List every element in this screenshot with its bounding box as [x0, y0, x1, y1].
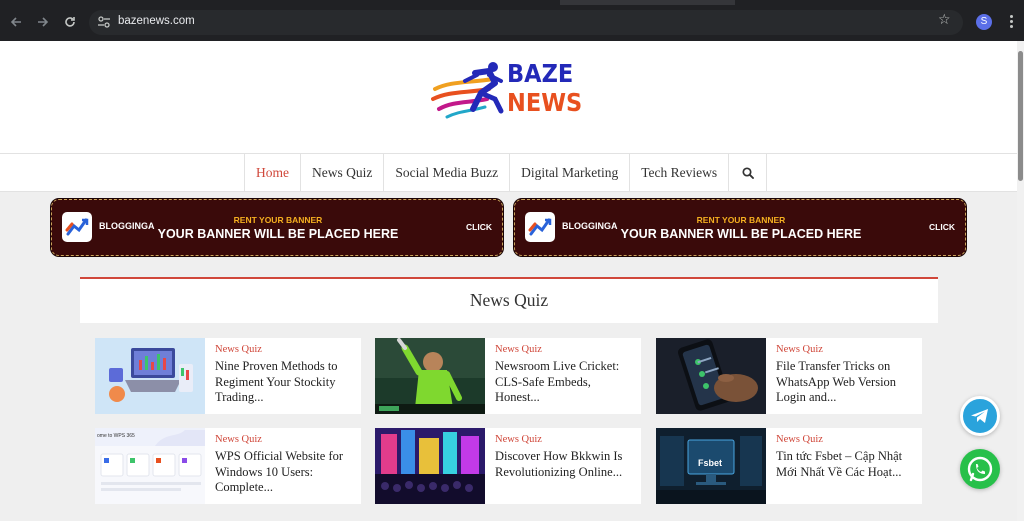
article-title[interactable]: Tin tức Fsbet – Cập Nhật Mới Nhất Về Các…	[776, 449, 916, 480]
logo-text-news: NEWS	[507, 88, 583, 117]
telegram-button[interactable]	[960, 396, 1000, 436]
article-card[interactable]: News Quiz Newsroom Live Cricket: CLS-Saf…	[375, 338, 641, 414]
reload-icon	[65, 17, 75, 27]
article-thumbnail[interactable]	[375, 338, 485, 414]
banner-headline: YOUR BANNER WILL BE PLACED HERE	[620, 227, 862, 241]
site-logo[interactable]: BAZE NEWS	[431, 59, 583, 123]
banner-cta[interactable]: CLICK	[466, 222, 492, 232]
arrow-right-icon	[38, 17, 49, 27]
article-card[interactable]: ome to WPS 365 News Quiz WPS Official We…	[95, 428, 361, 504]
site-header: BAZE NEWS	[0, 41, 1017, 153]
nav-item-digital-marketing[interactable]: Digital Marketing	[510, 154, 631, 192]
article-card[interactable]: News Quiz File Transfer Tricks on WhatsA…	[656, 338, 922, 414]
nav-item-home[interactable]: Home	[245, 154, 301, 192]
thumbnail-caption: ome to WPS 365	[97, 433, 135, 439]
nav-item-news-quiz[interactable]: News Quiz	[301, 154, 385, 192]
address-bar[interactable]: bazenews.com ☆	[89, 10, 963, 35]
article-title[interactable]: Newsroom Live Cricket: CLS-Safe Embeds, …	[495, 359, 635, 406]
url-text[interactable]: bazenews.com	[118, 15, 195, 27]
scrollbar-thumb[interactable]	[1018, 51, 1023, 181]
article-card[interactable]: Fsbet News Quiz Tin tức Fsbet – Cập Nhật…	[656, 428, 922, 504]
whatsapp-button[interactable]	[960, 449, 1000, 489]
article-title[interactable]: Nine Proven Methods to Regiment Your Sto…	[215, 359, 355, 406]
banner-kicker: RENT YOUR BANNER	[696, 215, 786, 225]
news-quiz-section-header: News Quiz	[80, 277, 938, 323]
site-settings-icon[interactable]	[97, 15, 111, 29]
profile-avatar[interactable]: S	[976, 14, 992, 30]
article-card[interactable]: News Quiz Nine Proven Methods to Regimen…	[95, 338, 361, 414]
article-thumbnail[interactable]	[95, 338, 205, 414]
banner-cta[interactable]: CLICK	[929, 222, 955, 232]
reload-button[interactable]	[60, 12, 80, 32]
ad-banner-right[interactable]: BLOGGINGA RENT YOUR BANNER YOUR BANNER W…	[514, 199, 966, 256]
whatsapp-icon	[967, 456, 993, 482]
banner-headline: YOUR BANNER WILL BE PLACED HERE	[157, 227, 399, 241]
forward-button[interactable]	[33, 12, 53, 32]
main-navigation: Home News Quiz Social Media Buzz Digital…	[0, 153, 1017, 192]
article-card[interactable]: News Quiz Discover How Bkkwin Is Revolut…	[375, 428, 641, 504]
banner-kicker: RENT YOUR BANNER	[233, 215, 323, 225]
nav-item-tech-reviews[interactable]: Tech Reviews	[630, 154, 730, 192]
star-icon[interactable]: ☆	[938, 12, 951, 28]
nav-item-social-media-buzz[interactable]: Social Media Buzz	[384, 154, 511, 192]
nav-search-button[interactable]	[729, 154, 768, 192]
article-thumbnail[interactable]	[375, 428, 485, 504]
article-thumbnail[interactable]: ome to WPS 365	[95, 428, 205, 504]
article-category[interactable]: News Quiz	[215, 434, 262, 445]
section-title: News Quiz	[469, 290, 549, 310]
article-thumbnail[interactable]	[656, 338, 766, 414]
article-title[interactable]: File Transfer Tricks on WhatsApp Web Ver…	[776, 359, 916, 406]
back-button[interactable]	[6, 12, 26, 32]
article-category[interactable]: News Quiz	[776, 434, 823, 445]
ad-banner-left[interactable]: BLOGGINGA RENT YOUR BANNER YOUR BANNER W…	[51, 199, 503, 256]
thumbnail-caption: Fsbet	[698, 458, 723, 468]
page-scrollbar[interactable]	[1017, 41, 1024, 521]
arrow-left-icon	[10, 17, 21, 27]
telegram-icon	[971, 409, 988, 423]
web-page: BAZE NEWS Home News Quiz Social Media Bu…	[0, 41, 1017, 521]
search-icon	[742, 167, 754, 179]
logo-text-baze: BAZE	[507, 59, 574, 88]
article-category[interactable]: News Quiz	[215, 344, 262, 355]
runner-logo-icon	[431, 62, 504, 119]
kebab-menu-icon[interactable]	[1006, 13, 1016, 31]
article-title[interactable]: WPS Official Website for Windows 10 User…	[215, 449, 355, 496]
tab-strip	[0, 0, 1024, 5]
article-category[interactable]: News Quiz	[776, 344, 823, 355]
browser-toolbar: bazenews.com ☆ S	[0, 0, 1024, 41]
article-title[interactable]: Discover How Bkkwin Is Revolutionizing O…	[495, 449, 635, 480]
article-category[interactable]: News Quiz	[495, 344, 542, 355]
article-category[interactable]: News Quiz	[495, 434, 542, 445]
article-thumbnail[interactable]: Fsbet	[656, 428, 766, 504]
